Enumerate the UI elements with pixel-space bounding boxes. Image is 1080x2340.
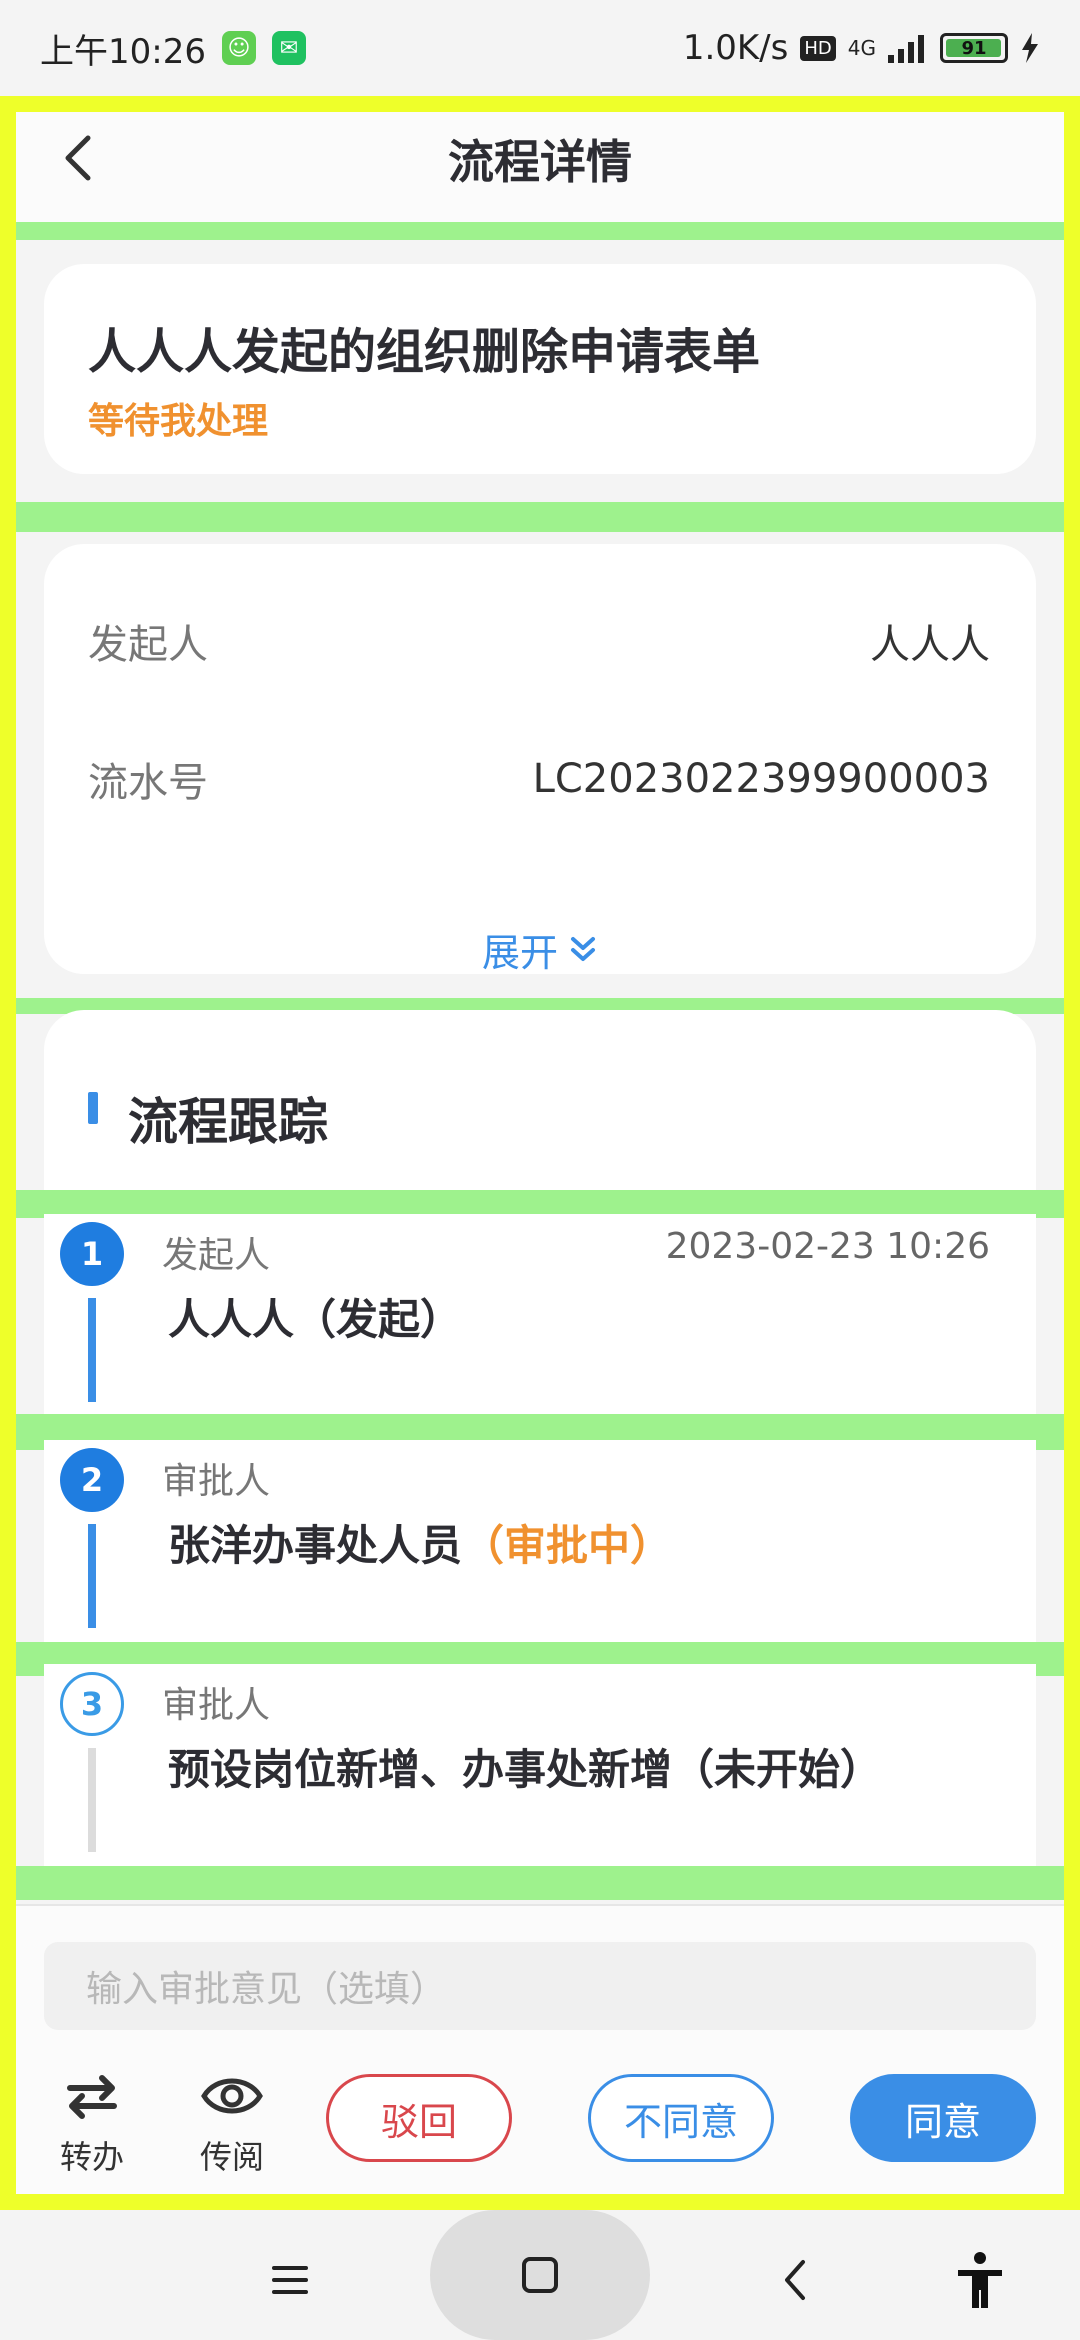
transfer-icon <box>67 2075 117 2119</box>
timeline-step: 3 审批人 预设岗位新增、办事处新增（未开始） <box>44 1664 1036 1866</box>
timeline-step: 2 审批人 张洋办事处人员（审批中） <box>44 1440 1036 1642</box>
back-button[interactable] <box>46 126 110 190</box>
step-role: 审批人 <box>162 1685 271 1726</box>
step-connector <box>88 1524 96 1628</box>
wechat-icon: ✉ <box>271 31 306 65</box>
step-approver: 张洋办事处人员 <box>168 1521 463 1570</box>
summary-card: 人人人发起的组织删除申请表单 等待我处理 <box>44 264 1036 474</box>
disagree-button[interactable]: 不同意 <box>588 2074 774 2162</box>
step-name: 人人人（发起） <box>168 1295 463 1344</box>
step-number: 3 <box>60 1672 124 1736</box>
timeline-step: 1 发起人 2023-02-23 10:26 人人人（发起） <box>44 1214 1036 1414</box>
reject-button[interactable]: 驳回 <box>326 2074 512 2162</box>
bottom-action-bar: 输入审批意见（选填） 转办 传阅 驳回 不同意 同意 <box>16 1904 1064 2194</box>
page-title: 流程详情 <box>448 135 632 189</box>
system-back-button[interactable] <box>764 2250 824 2310</box>
status-bar: 上午10:26 ☺ ✉ 1.0K/s HD 4G 91 <box>0 0 1080 96</box>
battery-level: 91 <box>961 37 987 59</box>
status-time: 上午10:26 <box>40 31 206 72</box>
status-text: 等待我处理 <box>88 401 269 442</box>
opinion-placeholder: 输入审批意见（选填） <box>86 1969 447 2010</box>
circulate-button[interactable]: 传阅 <box>182 2066 282 2178</box>
initiator-value: 人人人 <box>870 622 990 668</box>
signal-type: 4G <box>847 36 876 60</box>
serial-label: 流水号 <box>88 760 208 806</box>
expand-label: 展开 <box>481 931 558 975</box>
chevron-left-icon <box>785 2260 805 2300</box>
step-role: 发起人 <box>162 1235 271 1276</box>
step-name: 张洋办事处人员（审批中） <box>168 1512 672 1573</box>
charging-icon <box>1022 33 1038 63</box>
highlight-band <box>16 502 1064 532</box>
section-title: 流程跟踪 <box>128 1093 328 1151</box>
accessibility-button[interactable] <box>950 2250 1010 2310</box>
double-chevron-down-icon <box>571 936 595 961</box>
app-icon: ☺ <box>221 31 256 65</box>
chevron-left-icon <box>65 135 91 181</box>
app-header: 流程详情 <box>16 96 1064 222</box>
highlight-band <box>16 1866 1064 1900</box>
network-speed: 1.0K/s <box>682 28 789 68</box>
menu-icon <box>272 2266 308 2294</box>
step-connector <box>88 1748 96 1852</box>
transfer-button[interactable]: 转办 <box>42 2066 142 2178</box>
step-number: 2 <box>60 1448 124 1512</box>
square-icon <box>522 2257 558 2293</box>
serial-row: 流水号 LC2023022399900003 <box>88 750 990 808</box>
section-accent-bar <box>88 1092 98 1124</box>
step-connector <box>88 1298 96 1402</box>
opinion-input[interactable]: 输入审批意见（选填） <box>44 1942 1036 2030</box>
form-title: 人人人发起的组织删除申请表单 <box>88 324 761 380</box>
battery-icon: 91 <box>940 33 1008 63</box>
menu-button[interactable] <box>260 2250 320 2310</box>
step-name: 预设岗位新增、办事处新增（未开始） <box>168 1745 883 1794</box>
info-card: 发起人 人人人 流水号 LC2023022399900003 展开 <box>44 544 1036 977</box>
initiator-label: 发起人 <box>88 622 208 668</box>
step-number: 1 <box>60 1222 124 1286</box>
step-time: 2023-02-23 10:26 <box>665 1226 990 1267</box>
eye-icon <box>201 2078 263 2114</box>
circulate-label: 传阅 <box>199 2138 264 2176</box>
accessibility-icon <box>958 2252 1002 2308</box>
expand-button[interactable]: 展开 <box>44 922 1036 977</box>
step-status: （审批中） <box>462 1521 673 1570</box>
system-nav-bar <box>0 2210 1080 2340</box>
highlight-band <box>16 222 1064 240</box>
home-button[interactable] <box>430 2210 650 2340</box>
transfer-label: 转办 <box>59 2138 124 2176</box>
signal-icon <box>888 35 924 63</box>
initiator-row: 发起人 人人人 <box>88 612 990 670</box>
step-role: 审批人 <box>162 1461 271 1502</box>
agree-button[interactable]: 同意 <box>850 2074 1036 2162</box>
serial-value: LC2023022399900003 <box>532 756 990 802</box>
tracking-section: 流程跟踪 <box>44 1010 1036 1190</box>
hd-badge: HD <box>800 35 836 61</box>
